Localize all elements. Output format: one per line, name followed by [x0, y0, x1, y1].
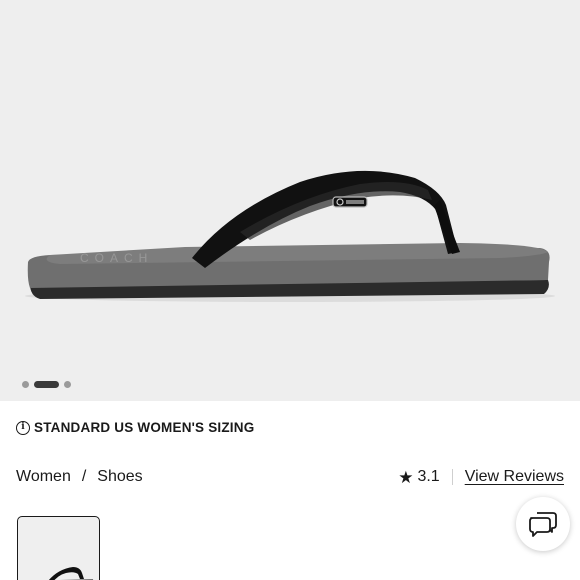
sizing-label: STANDARD US WOMEN'S SIZING	[34, 420, 255, 435]
svg-text:COACH: COACH	[80, 251, 153, 265]
product-image-flip-flop: COACH	[25, 170, 555, 302]
rating-divider	[451, 469, 453, 485]
chat-bubble-icon	[529, 512, 557, 537]
product-rating: ★ 3.1 View Reviews	[398, 468, 564, 486]
breadcrumb-separator: /	[81, 468, 87, 485]
rating-value: 3.1	[417, 468, 440, 485]
thumbnail-image	[48, 567, 94, 580]
gallery-thumbnail-1[interactable]	[17, 516, 100, 580]
gallery-dot-3[interactable]	[64, 380, 71, 388]
chat-button[interactable]	[516, 497, 570, 551]
breadcrumb-item-women[interactable]: Women	[16, 468, 71, 486]
gallery-dot-1[interactable]	[22, 380, 29, 388]
breadcrumb-item-shoes[interactable]: Shoes	[97, 468, 142, 486]
gallery-pagination[interactable]	[22, 380, 71, 388]
gallery-dot-2-active[interactable]	[34, 380, 59, 388]
info-icon: i	[16, 420, 30, 435]
product-image-gallery[interactable]: COACH	[0, 0, 580, 401]
breadcrumb: Women / Shoes	[16, 468, 143, 486]
sizing-notice: i STANDARD US WOMEN'S SIZING	[16, 420, 254, 435]
star-icon: ★	[398, 467, 414, 487]
view-reviews-link[interactable]: View Reviews	[465, 468, 564, 486]
